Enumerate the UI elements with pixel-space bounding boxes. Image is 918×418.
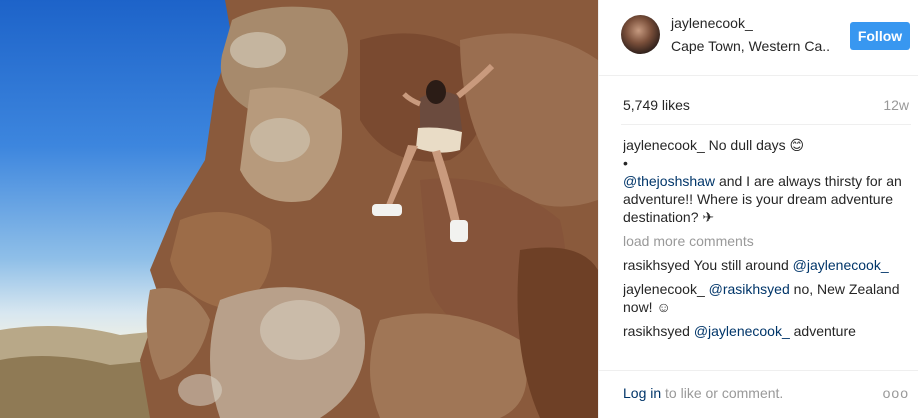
avatar[interactable] bbox=[621, 15, 660, 54]
caption-text: No dull days 😊 bbox=[708, 137, 805, 153]
location-link[interactable]: Cape Town, Western Ca... bbox=[671, 38, 831, 54]
comment-item: rasikhsyed @jaylenecook_ adventure bbox=[623, 322, 903, 340]
comment-mention[interactable]: @jaylenecook_ bbox=[793, 257, 889, 273]
likes-count[interactable]: 5,749 likes bbox=[623, 97, 690, 113]
caption-username[interactable]: jaylenecook_ bbox=[623, 137, 705, 153]
caption-bullet: • bbox=[623, 155, 628, 171]
post-header: jaylenecook_ Cape Town, Western Ca... Fo… bbox=[599, 0, 918, 76]
divider bbox=[621, 124, 911, 125]
caption: jaylenecook_ No dull days 😊 • @thejoshsh… bbox=[623, 136, 903, 226]
more-options-icon[interactable]: ooo bbox=[883, 385, 909, 401]
post-footer: Log in to like or comment. ooo bbox=[599, 370, 918, 418]
username-link[interactable]: jaylenecook_ bbox=[671, 15, 753, 31]
caption-mention[interactable]: @thejoshshaw bbox=[623, 173, 715, 189]
comment-text: adventure bbox=[793, 323, 856, 339]
comment-item: rasikhsyed You still around @jaylenecook… bbox=[623, 256, 903, 274]
post-age[interactable]: 12w bbox=[883, 97, 909, 113]
login-link[interactable]: Log in bbox=[623, 385, 661, 401]
comment-username[interactable]: jaylenecook_ bbox=[623, 281, 705, 297]
comment-mention[interactable]: @rasikhsyed bbox=[709, 281, 790, 297]
comment-username[interactable]: rasikhsyed bbox=[623, 323, 690, 339]
load-more-comments[interactable]: load more comments bbox=[623, 232, 903, 250]
login-rest: to like or comment. bbox=[665, 385, 784, 401]
comments-list: jaylenecook_ No dull days 😊 • @thejoshsh… bbox=[623, 136, 903, 358]
comment-item: jaylenecook_ @rasikhsyed no, New Zealand… bbox=[623, 280, 903, 316]
post-photo[interactable] bbox=[0, 0, 598, 418]
login-prompt: Log in to like or comment. bbox=[623, 385, 783, 401]
rock-climbing-image bbox=[0, 0, 598, 418]
comment-mention[interactable]: @jaylenecook_ bbox=[694, 323, 790, 339]
post-sidebar: jaylenecook_ Cape Town, Western Ca... Fo… bbox=[598, 0, 918, 418]
follow-button[interactable]: Follow bbox=[850, 22, 910, 50]
comment-text: You still around bbox=[693, 257, 789, 273]
comment-username[interactable]: rasikhsyed bbox=[623, 257, 690, 273]
